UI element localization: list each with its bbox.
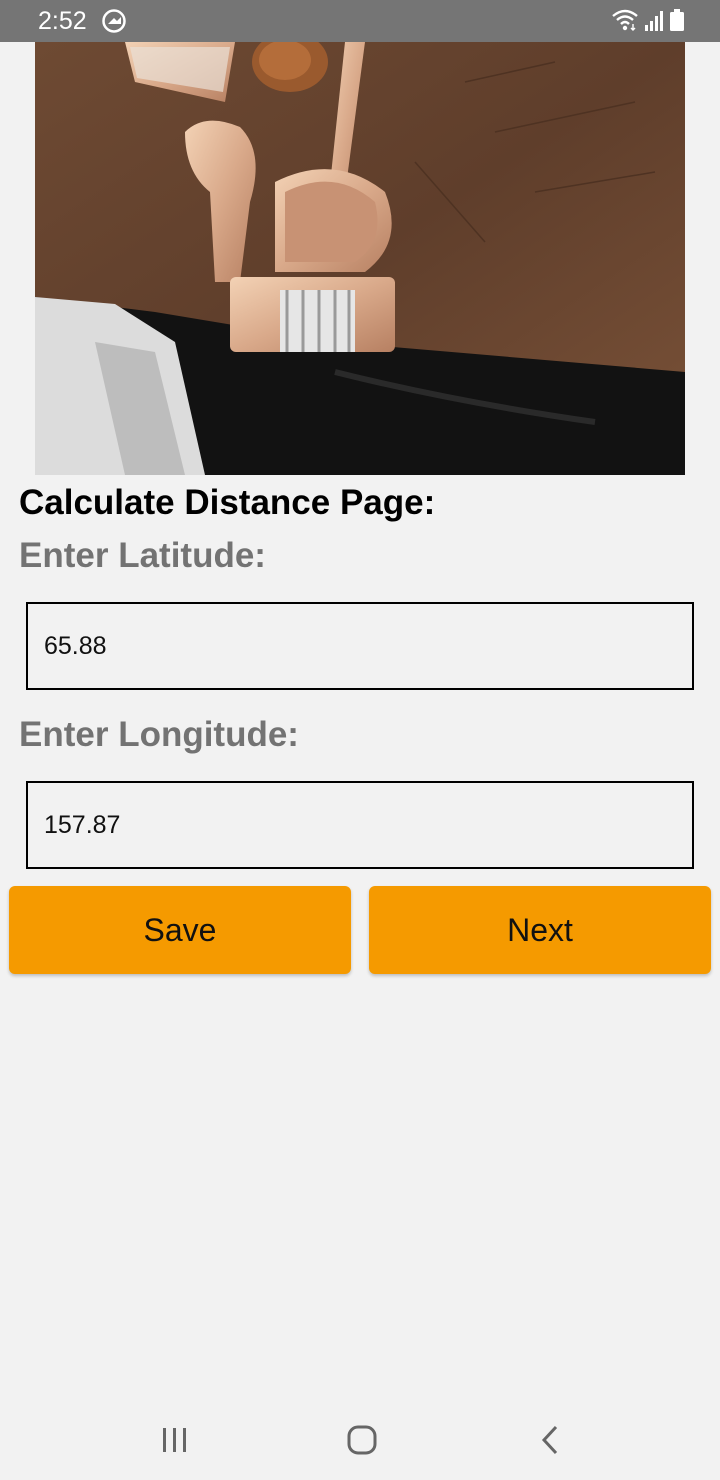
status-bar: 2:52 xyxy=(0,0,720,42)
longitude-input[interactable] xyxy=(26,781,694,869)
home-button[interactable] xyxy=(332,1420,392,1460)
save-button[interactable]: Save xyxy=(9,886,351,974)
status-time: 2:52 xyxy=(38,7,87,35)
recents-icon xyxy=(163,1428,186,1452)
wifi-icon xyxy=(612,9,638,36)
app-notification-icon xyxy=(102,9,126,38)
next-button[interactable]: Next xyxy=(369,886,711,974)
hero-image xyxy=(35,42,685,475)
battery-icon xyxy=(670,9,684,36)
longitude-label: Enter Longitude: xyxy=(19,715,299,754)
back-button[interactable] xyxy=(520,1420,580,1460)
signal-icon xyxy=(644,11,664,36)
page-title: Calculate Distance Page: xyxy=(19,483,436,522)
latitude-input[interactable] xyxy=(26,602,694,690)
status-icons xyxy=(612,9,684,36)
back-icon xyxy=(541,1425,558,1455)
home-icon xyxy=(347,1425,377,1455)
bracelet-photo xyxy=(35,42,685,475)
latitude-label: Enter Latitude: xyxy=(19,536,266,575)
recents-button[interactable] xyxy=(145,1420,205,1460)
navigation-bar xyxy=(0,1400,720,1480)
